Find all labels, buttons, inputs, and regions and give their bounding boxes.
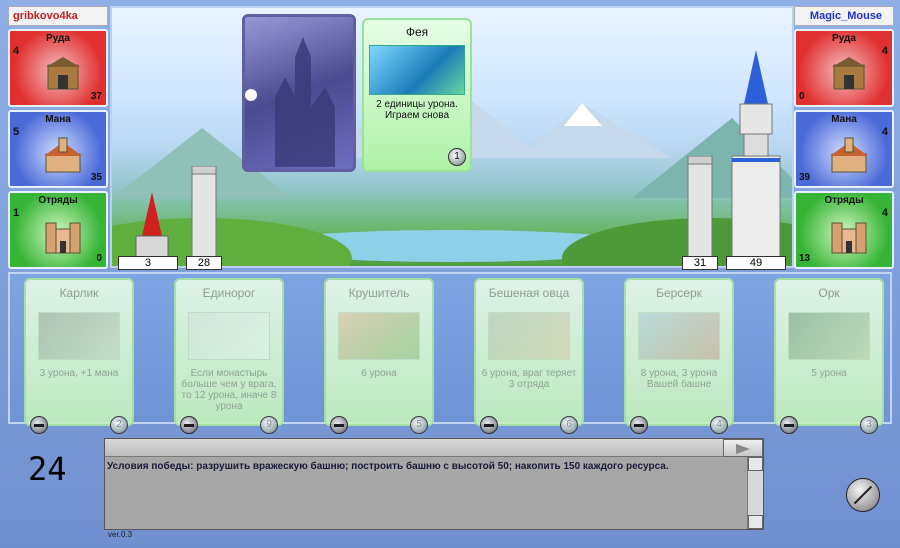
right-wall-icon (687, 156, 713, 260)
right-ore-amount: 0 (799, 91, 805, 102)
played-card-cost: 1 (448, 148, 466, 166)
hand-card-description: 3 урона, +1 мана (39, 368, 119, 379)
unicorn-icon (188, 312, 270, 360)
left-mana-title: Мана (45, 114, 71, 125)
right-mana-card: Мана 4 39 (794, 110, 894, 188)
turn-timer: 24 (28, 450, 67, 488)
played-card-description: 2 единицы урона. Играем снова (376, 99, 458, 121)
fairy-icon (369, 45, 465, 95)
right-ore-card: Руда 4 0 (794, 29, 894, 107)
left-mana-card: Мана 5 35 (8, 110, 108, 188)
hand-card[interactable]: Крушитель 6 урона 5 (324, 278, 434, 434)
hand-card-description: Если монастырь больше чем у врага, то 12… (181, 368, 277, 412)
hand-card-description: 5 урона (811, 368, 847, 379)
left-troops-card: Отряды 1 0 (8, 191, 108, 269)
left-tower-height: 3 (118, 256, 178, 270)
monastery-icon (830, 137, 868, 173)
mine-icon (832, 57, 866, 90)
left-mana-production: 5 (13, 126, 20, 138)
right-player-name: Magic_Mouse (794, 6, 894, 26)
right-tower-height: 49 (726, 256, 786, 270)
send-button[interactable] (723, 439, 763, 457)
hand-card[interactable]: Орк 5 урона 3 (774, 278, 884, 434)
right-troops-production: 4 (881, 207, 888, 219)
barracks-icon (45, 222, 81, 254)
dwarf-icon (38, 312, 120, 360)
hand-card-description: 8 урона, 3 урона Вашей башне (640, 368, 718, 390)
left-ore-title: Руда (46, 33, 70, 44)
right-player-panel: Magic_Mouse Руда 4 0 Мана 4 39 Отряды 4 … (794, 6, 894, 269)
left-ore-card: Руда 4 37 (8, 29, 108, 107)
left-ore-production: 4 (13, 45, 20, 57)
bottom-bar: 24 Условия победы: разрушить вражескую б… (8, 430, 892, 542)
right-troops-title: Отряды (824, 195, 864, 206)
deck-card-back[interactable] (242, 14, 356, 172)
chat-input[interactable] (105, 439, 763, 457)
sound-toggle-button[interactable] (846, 478, 880, 512)
right-mana-title: Мана (831, 114, 857, 125)
left-ore-amount: 37 (90, 91, 102, 102)
left-troops-amount: 0 (96, 253, 102, 264)
hand-card-title: Орк (818, 286, 840, 300)
game-window: gribkovo4ka Руда 4 37 Мана 5 35 Отряды 1… (0, 0, 900, 548)
hand-card[interactable]: Бешеная овца 6 урона, враг теряет 3 отря… (474, 278, 584, 434)
right-troops-amount: 13 (799, 253, 811, 264)
hand-card-title: Крушитель (348, 286, 410, 300)
left-tower-icon (135, 192, 169, 259)
mad-sheep-icon (488, 312, 570, 360)
left-troops-title: Отряды (38, 195, 78, 206)
right-ore-production: 4 (881, 45, 888, 57)
right-tower-icon (731, 50, 781, 261)
left-wall-height: 28 (186, 256, 222, 270)
left-mana-amount: 35 (90, 172, 102, 183)
monastery-icon (44, 137, 82, 173)
hand-card-description: 6 урона, враг теряет 3 отряда (481, 368, 577, 390)
hand-card-title: Берсерк (656, 286, 702, 300)
right-troops-card: Отряды 4 13 (794, 191, 894, 269)
played-card: Фея 2 единицы урона. Играем снова 1 (362, 18, 472, 172)
hand-card-description: 6 урона (361, 368, 397, 379)
version-label: ver.0.3 (108, 530, 133, 539)
scroll-down-icon[interactable] (748, 515, 763, 529)
left-wall-icon (191, 166, 217, 260)
right-ore-title: Руда (832, 33, 856, 44)
left-troops-production: 1 (13, 207, 20, 219)
left-player-name: gribkovo4ka (8, 6, 108, 26)
hand-card-title: Карлик (59, 286, 99, 300)
hand-card[interactable]: Карлик 3 урона, +1 мана 2 (24, 278, 134, 434)
hand-card[interactable]: Единорог Если монастырь больше чем у вра… (174, 278, 284, 434)
orc-icon (788, 312, 870, 360)
hand-card-title: Единорог (202, 286, 256, 300)
barracks-icon (831, 222, 867, 254)
log-message: Условия победы: разрушить вражескую башн… (107, 461, 669, 472)
hand-card-title: Бешеная овца (488, 286, 570, 300)
left-player-panel: gribkovo4ka Руда 4 37 Мана 5 35 Отряды 1… (8, 6, 108, 269)
mine-icon (46, 57, 80, 90)
right-mana-amount: 39 (799, 172, 811, 183)
hand-card[interactable]: Берсерк 8 урона, 3 урона Вашей башне 4 (624, 278, 734, 434)
hand-area: Карлик 3 урона, +1 мана 2 Единорог Если … (8, 272, 892, 434)
right-wall-height: 31 (682, 256, 718, 270)
played-card-title: Фея (405, 25, 429, 39)
log-scrollbar[interactable] (747, 457, 763, 529)
castle-night-icon (245, 37, 335, 167)
chat-log: Условия победы: разрушить вражескую башн… (104, 438, 764, 530)
crusher-icon (338, 312, 420, 360)
right-mana-production: 4 (881, 126, 888, 138)
berserker-icon (638, 312, 720, 360)
scroll-up-icon[interactable] (748, 457, 763, 471)
